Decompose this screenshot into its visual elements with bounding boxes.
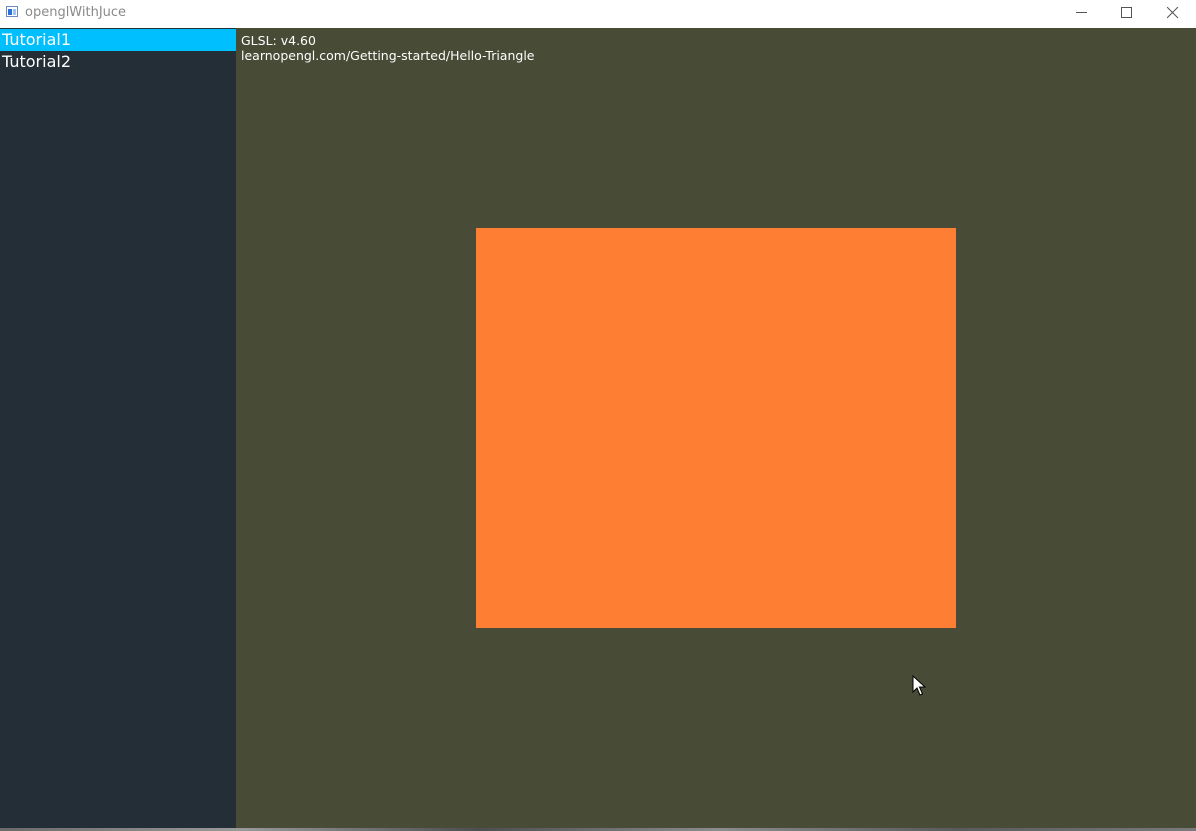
- opengl-view[interactable]: GLSL: v4.60 learnopengl.com/Getting-star…: [236, 28, 1196, 828]
- minimize-icon: [1076, 12, 1087, 13]
- glsl-version-label: GLSL: v4.60: [241, 33, 316, 48]
- maximize-icon: [1121, 7, 1132, 18]
- sidebar-item-tutorial2[interactable]: Tutorial2: [0, 51, 236, 73]
- tutorial-sidebar: Tutorial1 Tutorial2: [0, 28, 236, 828]
- minimize-button[interactable]: [1059, 0, 1105, 28]
- app-window: openglWithJuce Tutorial1 Tutorial2 GLSL:…: [0, 0, 1196, 828]
- sidebar-item-tutorial1[interactable]: Tutorial1: [0, 29, 236, 51]
- rendered-quad: [476, 228, 956, 628]
- app-icon: [6, 6, 18, 17]
- title-bar[interactable]: openglWithJuce: [0, 0, 1196, 28]
- mouse-cursor-icon: [912, 675, 926, 696]
- tutorial-url-label: learnopengl.com/Getting-started/Hello-Tr…: [241, 48, 535, 63]
- window-title: openglWithJuce: [25, 5, 127, 20]
- close-button[interactable]: [1150, 0, 1196, 28]
- maximize-button[interactable]: [1104, 0, 1150, 28]
- close-icon: [1167, 7, 1179, 19]
